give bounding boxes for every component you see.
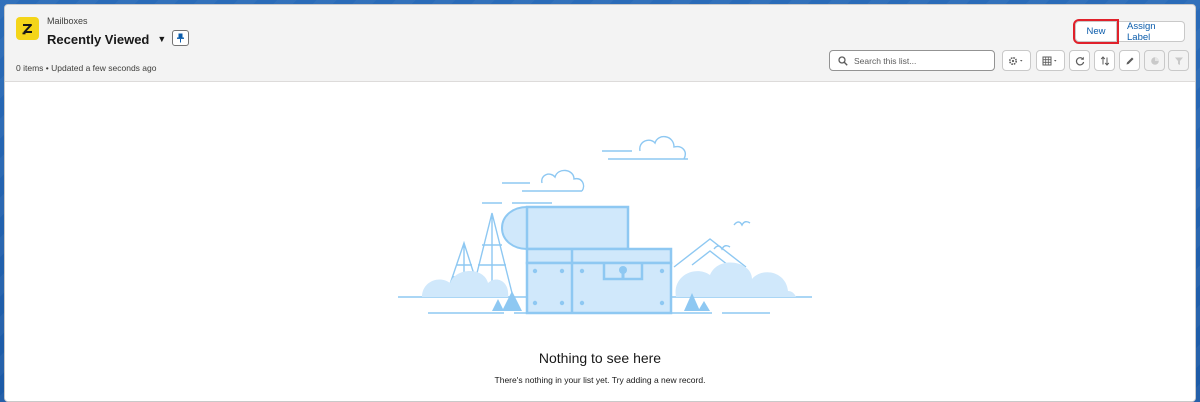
- search-placeholder: Search this list...: [854, 55, 917, 66]
- pin-icon: [177, 33, 184, 43]
- list-status: 0 items • Updated a few seconds ago: [16, 63, 157, 73]
- new-button[interactable]: New: [1073, 19, 1119, 44]
- pin-button[interactable]: [172, 30, 189, 46]
- chevron-down-icon[interactable]: ▼: [157, 34, 166, 44]
- display-as-button[interactable]: [1036, 50, 1065, 71]
- list-view-header: Mailboxes Recently Viewed ▼ 0 items • Up…: [5, 5, 1195, 82]
- object-label: Mailboxes: [47, 16, 88, 26]
- list-view-card: Mailboxes Recently Viewed ▼ 0 items • Up…: [4, 4, 1196, 402]
- search-icon: [838, 55, 848, 66]
- refresh-button[interactable]: [1069, 50, 1090, 71]
- sort-icon: [1100, 55, 1109, 66]
- list-view-selector[interactable]: Recently Viewed ▼: [47, 30, 166, 48]
- gear-icon: [1008, 56, 1022, 65]
- empty-state: Nothing to see here There's nothing in y…: [5, 83, 1195, 401]
- header-actions: New Assign Label: [1073, 19, 1185, 44]
- empty-state-subtitle: There's nothing in your list yet. Try ad…: [494, 375, 706, 385]
- table-icon: [1042, 56, 1056, 65]
- refresh-icon: [1075, 56, 1084, 65]
- edit-icon: [1126, 57, 1133, 64]
- assign-label-button[interactable]: Assign Label: [1117, 21, 1185, 43]
- sort-button[interactable]: [1094, 50, 1115, 71]
- charts-button[interactable]: [1144, 50, 1165, 71]
- edit-list-button[interactable]: [1119, 50, 1140, 71]
- list-settings-button[interactable]: [1002, 50, 1031, 71]
- search-input[interactable]: Search this list...: [829, 50, 995, 71]
- filter-icon: [1174, 57, 1183, 65]
- page-title: Recently Viewed: [47, 31, 150, 47]
- mailbox-icon: [16, 17, 39, 40]
- filters-button[interactable]: [1168, 50, 1189, 71]
- empty-state-title: Nothing to see here: [538, 350, 662, 366]
- chart-icon: [1150, 56, 1159, 65]
- treasure-chest-illustration: [398, 136, 812, 315]
